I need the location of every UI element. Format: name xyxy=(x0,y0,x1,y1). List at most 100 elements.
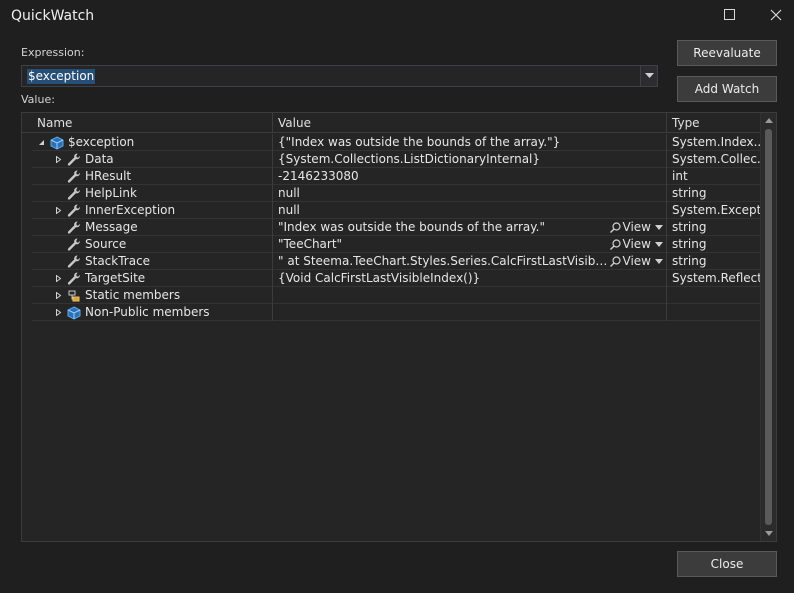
cell-name: $exception xyxy=(32,134,273,151)
grid-row[interactable]: HelpLink null string xyxy=(32,185,760,202)
wrench-icon xyxy=(67,153,80,166)
row-name: TargetSite xyxy=(85,271,146,285)
expression-dropdown-button[interactable] xyxy=(640,66,657,86)
row-value: {System.Collections.ListDictionaryIntern… xyxy=(278,152,541,166)
cell-value[interactable] xyxy=(273,304,667,321)
column-header-name[interactable]: Name xyxy=(32,113,273,133)
grid-row[interactable]: Static members xyxy=(32,287,760,304)
maximize-icon xyxy=(724,9,735,20)
grid-row[interactable]: Non-Public members xyxy=(32,304,760,321)
close-window-button[interactable] xyxy=(756,0,794,30)
close-icon xyxy=(770,9,782,21)
reevaluate-button[interactable]: Reevaluate xyxy=(677,40,777,66)
cell-value[interactable]: {System.Collections.ListDictionaryIntern… xyxy=(273,151,667,168)
column-header-value[interactable]: Value xyxy=(273,113,667,133)
row-name: StackTrace xyxy=(85,254,151,268)
wrench-icon xyxy=(67,221,80,234)
cell-type: System.Except... xyxy=(672,203,760,217)
view-button[interactable]: View xyxy=(609,219,663,236)
grid-header: Name Value Type xyxy=(22,113,760,133)
collapsed-arrow-icon[interactable] xyxy=(55,292,62,299)
object-icon xyxy=(50,136,64,150)
collapsed-arrow-icon[interactable] xyxy=(55,309,62,316)
magnifier-icon xyxy=(609,239,621,250)
cell-value[interactable]: -2146233080 xyxy=(273,168,667,185)
row-value: -2146233080 xyxy=(278,169,359,183)
collapsed-arrow-icon[interactable] xyxy=(55,207,62,214)
cell-type: string xyxy=(672,237,707,251)
wrench-icon xyxy=(67,204,80,217)
cell-value[interactable]: null xyxy=(273,185,667,202)
watch-grid[interactable]: Name Value Type $exception {"Index was ou… xyxy=(21,112,777,542)
cell-name: HelpLink xyxy=(32,185,273,202)
maximize-button[interactable] xyxy=(710,0,750,30)
scroll-up-icon[interactable] xyxy=(765,118,773,123)
row-name: $exception xyxy=(68,135,135,149)
row-name: HResult xyxy=(85,169,132,183)
cell-type xyxy=(667,287,760,304)
expression-input[interactable]: $exception xyxy=(27,69,96,84)
cell-type: System.Reflect... xyxy=(672,271,760,285)
cell-name: Static members xyxy=(32,287,273,304)
scroll-down-icon[interactable] xyxy=(765,531,773,536)
view-button[interactable]: View xyxy=(609,253,663,270)
row-value: null xyxy=(278,186,300,200)
row-name: Static members xyxy=(85,288,181,302)
row-name: Source xyxy=(85,237,127,251)
grid-row[interactable]: Data {System.Collections.ListDictionaryIn… xyxy=(32,151,760,168)
grid-row[interactable]: InnerException null System.Except... xyxy=(32,202,760,219)
row-value: "Index was outside the bounds of the arr… xyxy=(278,220,545,234)
cell-name: Message xyxy=(32,219,273,236)
grid-row[interactable]: $exception {"Index was outside the bounds… xyxy=(32,134,760,151)
cell-name: TargetSite xyxy=(32,270,273,287)
cell-type: string xyxy=(672,254,707,268)
cell-name: Data xyxy=(32,151,273,168)
cell-name: StackTrace xyxy=(32,253,273,270)
title-bar: QuickWatch xyxy=(0,0,794,32)
view-button[interactable]: View xyxy=(609,236,663,253)
cell-value[interactable]: {Void CalcFirstLastVisibleIndex()} xyxy=(273,270,667,287)
grid-row[interactable]: Message "Index was outside the bounds of … xyxy=(32,219,760,236)
window-title: QuickWatch xyxy=(11,8,95,24)
cell-type: string xyxy=(672,220,707,234)
cell-value[interactable]: {"Index was outside the bounds of the ar… xyxy=(273,134,667,151)
cell-value[interactable]: "TeeChart" View xyxy=(273,236,667,253)
chevron-down-icon xyxy=(655,259,663,264)
static-members-icon xyxy=(68,290,80,302)
cell-value[interactable]: null xyxy=(273,202,667,219)
chevron-down-icon xyxy=(645,73,654,78)
cell-name: InnerException xyxy=(32,202,273,219)
cell-value[interactable]: "Index was outside the bounds of the arr… xyxy=(273,219,667,236)
scrollbar-thumb[interactable] xyxy=(765,129,772,525)
row-name: HelpLink xyxy=(85,186,137,200)
cell-value[interactable] xyxy=(273,287,667,304)
row-value: "TeeChart" xyxy=(278,237,343,251)
expression-combobox[interactable]: $exception xyxy=(21,65,658,87)
row-value: {Void CalcFirstLastVisibleIndex()} xyxy=(278,271,481,285)
cell-type: string xyxy=(672,186,707,200)
wrench-icon xyxy=(67,238,80,251)
cell-type: int xyxy=(672,169,688,183)
cell-name: Non-Public members xyxy=(32,304,273,321)
row-name: Non-Public members xyxy=(85,305,210,319)
expression-label: Expression: xyxy=(21,46,85,59)
wrench-icon xyxy=(67,170,80,183)
close-button[interactable]: Close xyxy=(677,551,777,577)
grid-row[interactable]: StackTrace " at Steema.TeeChart.Styles.Se… xyxy=(32,253,760,270)
view-label: View xyxy=(622,254,651,268)
row-value: " at Steema.TeeChart.Styles.Series.CalcF… xyxy=(278,254,608,268)
grid-row[interactable]: Source "TeeChart" View string xyxy=(32,236,760,253)
collapsed-arrow-icon[interactable] xyxy=(55,156,62,163)
expanded-arrow-icon[interactable] xyxy=(38,139,45,146)
grid-row[interactable]: TargetSite {Void CalcFirstLastVisibleInde… xyxy=(32,270,760,287)
column-header-type[interactable]: Type xyxy=(667,113,760,133)
cell-name: HResult xyxy=(32,168,273,185)
vertical-scrollbar[interactable] xyxy=(760,113,776,541)
add-watch-button[interactable]: Add Watch xyxy=(677,76,777,102)
cell-value[interactable]: " at Steema.TeeChart.Styles.Series.CalcF… xyxy=(273,253,667,270)
grid-row[interactable]: HResult -2146233080 int xyxy=(32,168,760,185)
collapsed-arrow-icon[interactable] xyxy=(55,275,62,282)
magnifier-icon xyxy=(609,256,621,267)
row-name: InnerException xyxy=(85,203,176,217)
cell-name: Source xyxy=(32,236,273,253)
